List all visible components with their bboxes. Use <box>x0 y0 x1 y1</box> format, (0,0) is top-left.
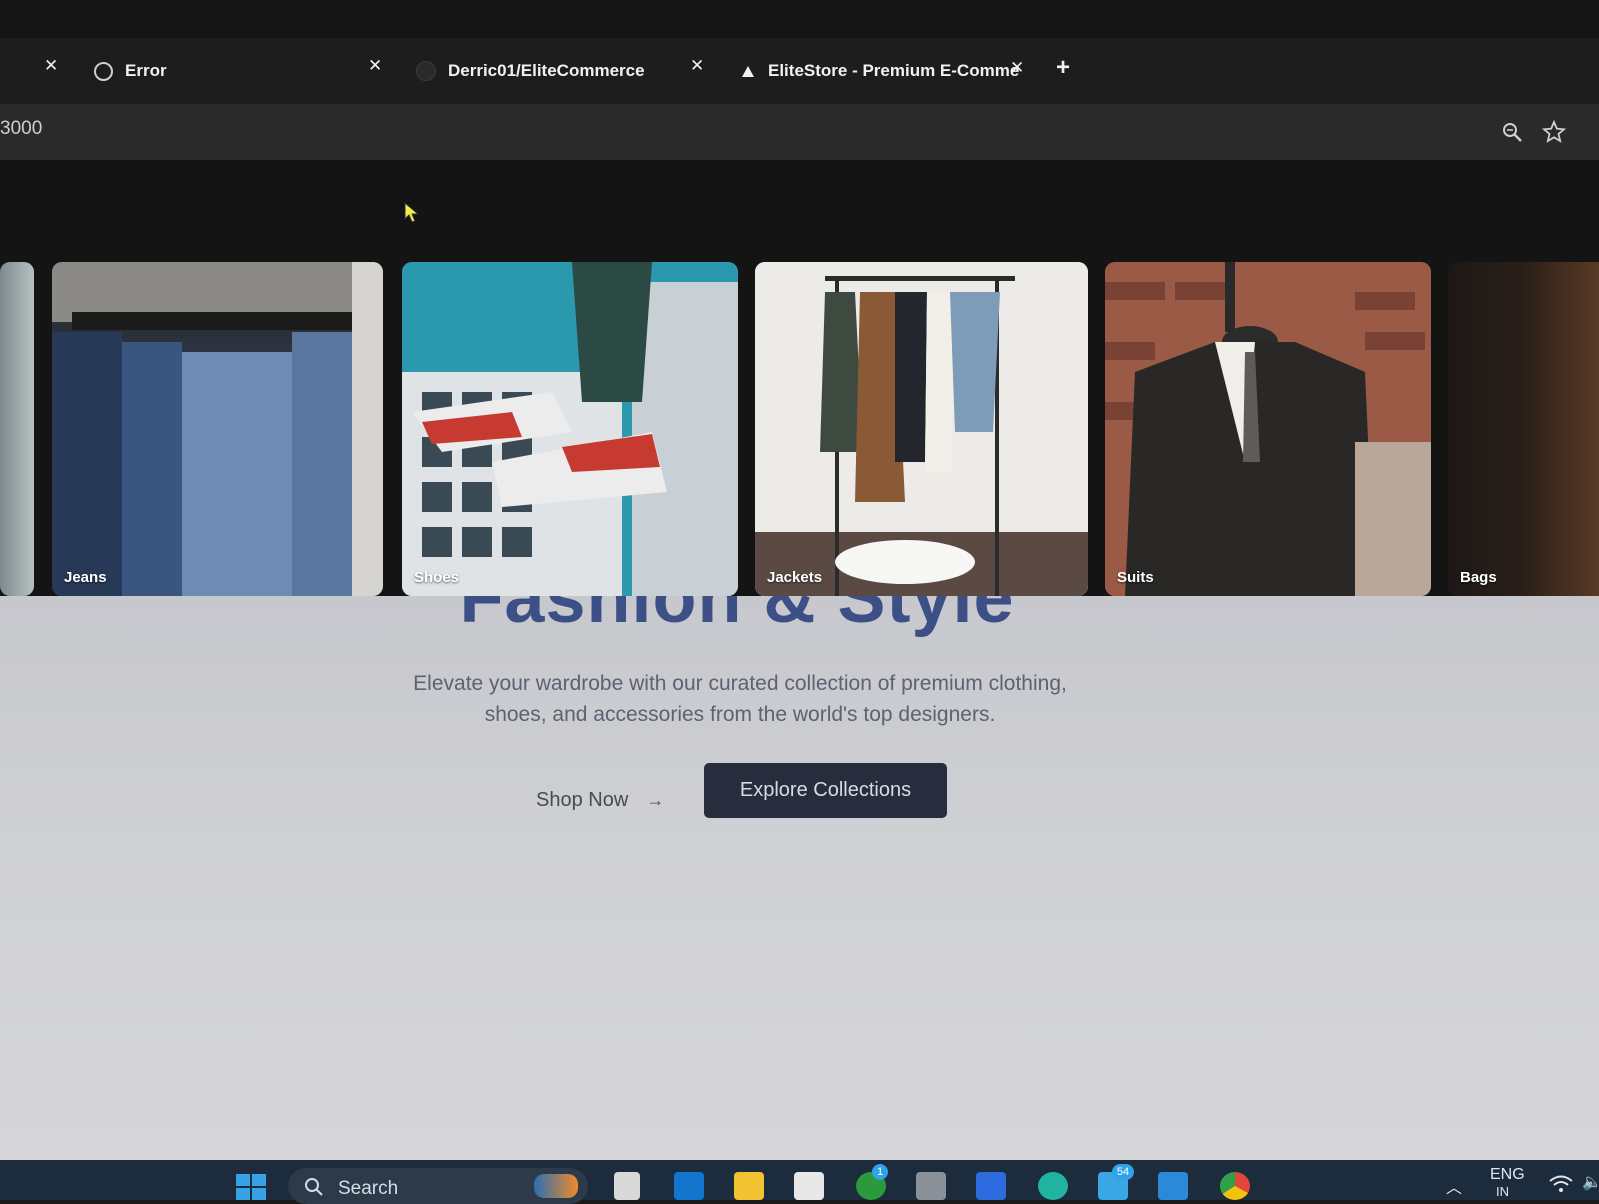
hero-subtitle-line: Elevate your wardrobe with our curated c… <box>413 672 1067 695</box>
tray-chevron-icon[interactable]: ︿ <box>1446 1174 1462 1198</box>
tab-error[interactable]: Error <box>94 38 167 104</box>
shop-now-label: Shop Now <box>536 788 629 811</box>
outlook-icon[interactable] <box>674 1172 704 1200</box>
explore-collections-button[interactable]: Explore Collections <box>704 763 947 818</box>
taskbar-search[interactable]: Search <box>288 1168 588 1204</box>
address-bar[interactable]: 3000 <box>0 104 1599 161</box>
tab-title: Error <box>125 61 167 80</box>
category-label: Jackets <box>767 569 823 586</box>
tab-elitestore[interactable]: EliteStore - Premium E-Comme <box>742 38 1019 104</box>
category-label: Jeans <box>64 569 107 586</box>
file-explorer-icon[interactable] <box>734 1172 764 1200</box>
jackets-image <box>755 262 1088 596</box>
windows-taskbar: Search 1 54 ︿ ENG IN 🔈 <box>0 1160 1599 1204</box>
task-view-icon[interactable] <box>614 1172 640 1200</box>
search-icon <box>305 1178 323 1196</box>
region-indicator: IN <box>1496 1184 1509 1199</box>
vscode-icon[interactable] <box>1158 1172 1188 1200</box>
category-card-jeans[interactable]: Jeans <box>52 262 383 596</box>
category-label: Shoes <box>414 569 460 586</box>
explore-collections-label: Explore Collections <box>739 779 912 801</box>
category-card-suits[interactable]: Suits <box>1105 262 1431 596</box>
microsoft-store-icon[interactable] <box>794 1172 824 1200</box>
tab-title: EliteStore - Premium E-Comme <box>768 61 1020 80</box>
new-tab-icon[interactable]: + <box>1056 54 1070 82</box>
hero-subtitle: Elevate your wardrobe with our curated c… <box>380 668 1100 730</box>
tab-github[interactable]: Derric01/EliteCommerce <box>416 38 645 104</box>
close-tab-icon[interactable]: ✕ <box>368 56 382 76</box>
zoom-icon[interactable] <box>1500 120 1524 144</box>
category-card-bags[interactable]: Bags <box>1448 262 1599 596</box>
arrow-right-icon: → <box>646 789 665 810</box>
search-highlight-icon <box>534 1174 578 1198</box>
windows-start-icon[interactable] <box>236 1174 266 1200</box>
vercel-triangle-icon <box>742 65 754 77</box>
category-label: Bags <box>1460 569 1497 586</box>
url-text[interactable]: 3000 <box>0 118 42 140</box>
chrome-icon[interactable] <box>1220 1172 1250 1200</box>
tab-title: Derric01/EliteCommerce <box>448 61 645 80</box>
notification-badge: 54 <box>1112 1164 1134 1180</box>
github-icon <box>416 61 436 81</box>
app-icon[interactable] <box>916 1172 946 1200</box>
monitor-bezel <box>0 0 1599 38</box>
jeans-image <box>52 262 383 596</box>
vs-studio-icon[interactable] <box>976 1172 1006 1200</box>
mouse-cursor-icon <box>404 202 420 223</box>
hero-subtitle-line: shoes, and accessories from the world's … <box>484 703 996 726</box>
category-card-shoes[interactable]: Shoes <box>402 262 738 596</box>
edge-icon[interactable] <box>1038 1172 1068 1200</box>
shop-now-button[interactable]: Shop Now → <box>536 774 664 826</box>
suits-image <box>1105 262 1431 596</box>
close-tab-icon[interactable]: ✕ <box>690 56 704 76</box>
shoes-image <box>402 262 738 596</box>
category-card-partial[interactable] <box>0 262 34 596</box>
close-tab-icon[interactable]: ✕ <box>44 56 58 76</box>
tab-bar: ✕ Error ✕ Derric01/EliteCommerce ✕ Elite… <box>0 38 1599 104</box>
category-label: Suits <box>1117 569 1154 586</box>
search-label: Search <box>338 1178 399 1199</box>
wifi-icon[interactable] <box>1548 1174 1574 1194</box>
close-tab-icon[interactable]: ✕ <box>1010 58 1024 78</box>
category-card-jackets[interactable]: Jackets <box>755 262 1088 596</box>
hero-section: Fashion & Style Elevate your wardrobe wi… <box>0 596 1599 1160</box>
bookmark-star-icon[interactable] <box>1542 120 1566 144</box>
volume-icon[interactable]: 🔈 <box>1582 1172 1599 1192</box>
notification-badge: 1 <box>872 1164 888 1180</box>
globe-icon <box>94 61 113 81</box>
language-indicator[interactable]: ENG <box>1490 1166 1525 1184</box>
